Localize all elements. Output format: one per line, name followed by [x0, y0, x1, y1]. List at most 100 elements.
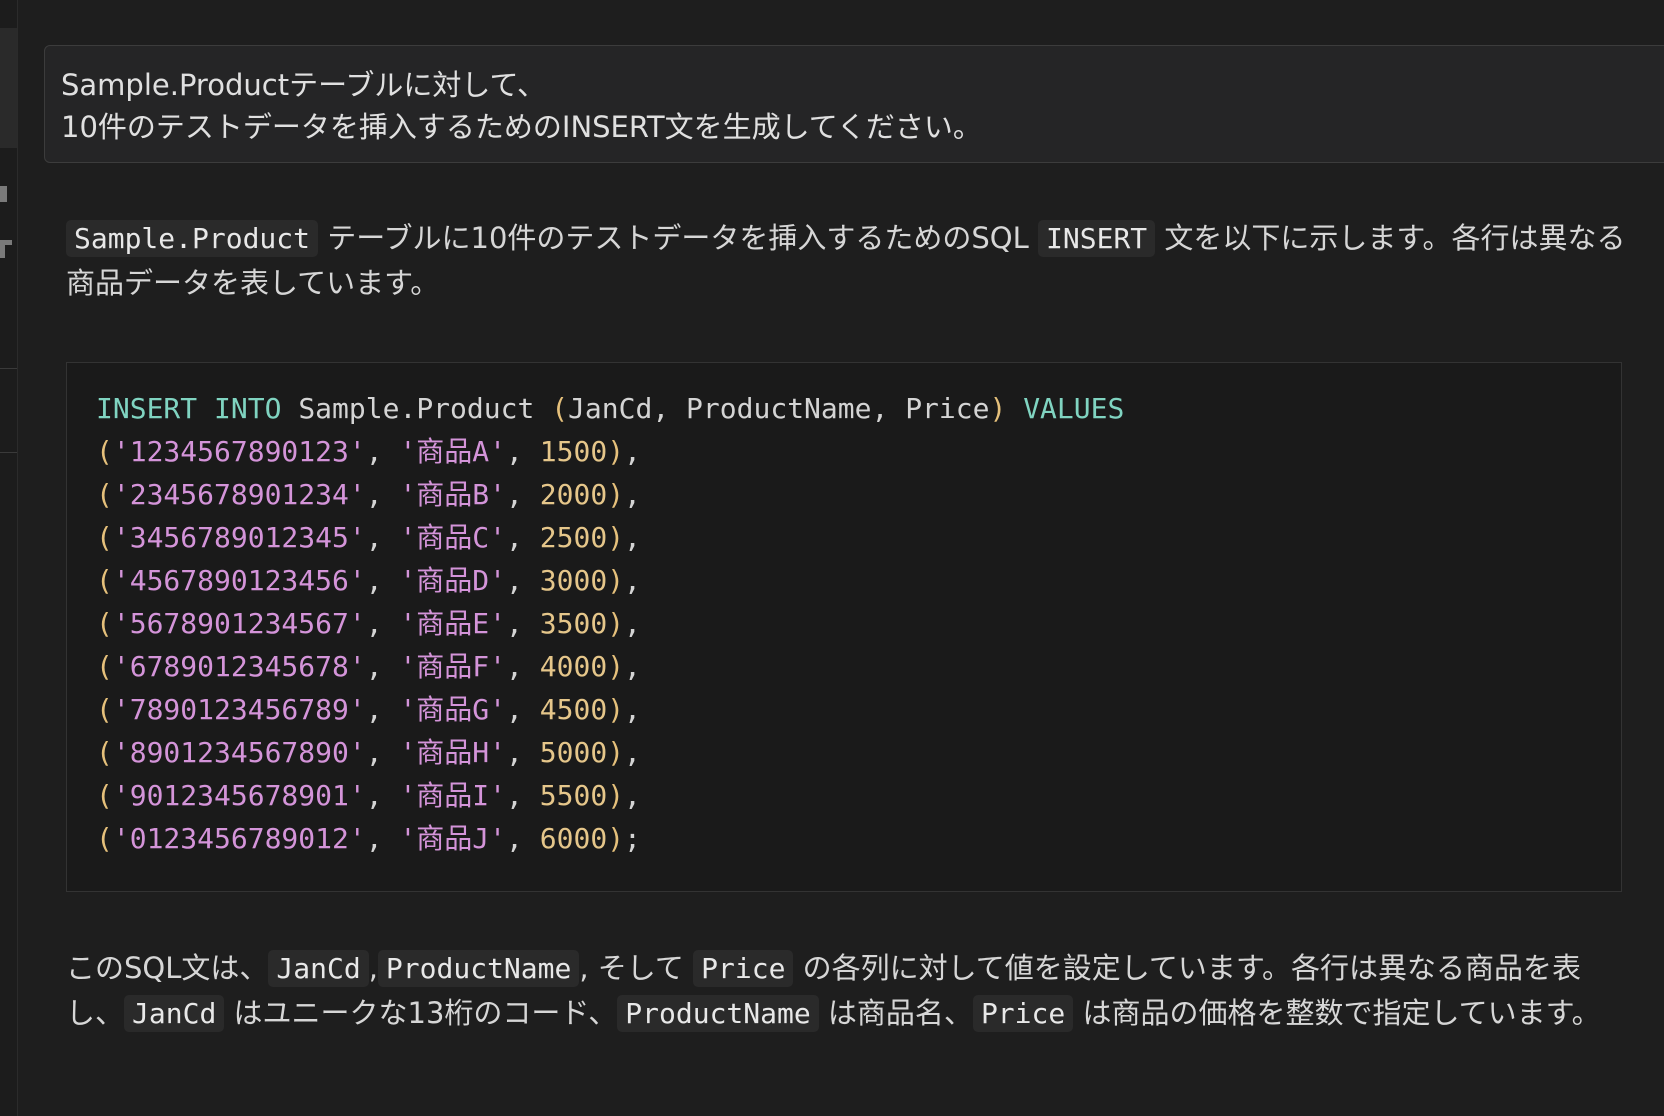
- row-terminator: ,: [624, 736, 641, 769]
- product-name-value: '商品I': [399, 779, 507, 812]
- product-name-value: '商品E': [399, 607, 507, 640]
- product-name-value: '商品B': [399, 478, 507, 511]
- jan-code-value: '8901234567890': [112, 736, 366, 769]
- inline-code-jancd: JanCd: [268, 950, 369, 987]
- outro-text-3: , そして: [579, 951, 694, 985]
- assistant-intro-paragraph: Sample.Product テーブルに10件のテストデータを挿入するためのSQ…: [66, 216, 1636, 305]
- comma: ,: [506, 478, 540, 511]
- table-name: Sample.Product: [298, 392, 535, 425]
- close-paren: ): [607, 607, 625, 640]
- price-value: 5000: [539, 736, 608, 769]
- inline-code-price-2: Price: [972, 995, 1074, 1032]
- inline-code-table: Sample.Product: [66, 220, 319, 257]
- sql-code-block[interactable]: INSERT INTO Sample.Product (JanCd, Produ…: [66, 362, 1622, 892]
- jan-code-value: '7890123456789': [112, 693, 366, 726]
- keyword-insert: INSERT: [96, 392, 198, 425]
- open-paren: (: [96, 435, 113, 468]
- close-paren: ): [607, 478, 625, 511]
- row-terminator: ,: [624, 521, 641, 554]
- price-value: 2000: [539, 478, 608, 511]
- open-paren: (: [96, 650, 113, 683]
- close-paren: ): [607, 435, 625, 468]
- column-list: JanCd, ProductName, Price: [568, 392, 990, 425]
- close-paren: ): [607, 564, 625, 597]
- price-value: 3500: [539, 607, 608, 640]
- comma: ,: [365, 693, 400, 726]
- code-line-value-row: ('5678901234567', '商品E', 3500),: [96, 602, 1592, 645]
- row-terminator: ;: [624, 822, 641, 855]
- comma: ,: [365, 478, 400, 511]
- code-line-value-row: ('3456789012345', '商品C', 2500),: [96, 516, 1592, 559]
- comma: ,: [506, 822, 540, 855]
- close-paren: ): [607, 693, 625, 726]
- outro-text-6: は商品名、: [818, 996, 973, 1030]
- jan-code-value: '5678901234567': [112, 607, 366, 640]
- price-value: 6000: [539, 822, 608, 855]
- strip-divider: [0, 368, 17, 369]
- open-paren: (: [96, 521, 113, 554]
- active-panel-indicator[interactable]: [0, 28, 17, 148]
- price-value: 5500: [539, 779, 608, 812]
- row-terminator: ,: [624, 564, 641, 597]
- comma: ,: [506, 521, 540, 554]
- open-paren: (: [96, 607, 113, 640]
- code-line-value-row: ('2345678901234', '商品B', 2000),: [96, 473, 1592, 516]
- price-value: 4000: [539, 650, 608, 683]
- comma: ,: [506, 693, 540, 726]
- product-name-value: '商品G': [399, 693, 507, 726]
- comma: ,: [365, 521, 400, 554]
- comma: ,: [365, 564, 400, 597]
- keyword-values: VALUES: [1023, 392, 1125, 425]
- prompt-line-1: Sample.Productテーブルに対して、: [61, 68, 547, 102]
- inline-code-productname: ProductName: [377, 950, 580, 987]
- inline-code-insert: INSERT: [1038, 220, 1156, 257]
- price-value: 4500: [539, 693, 608, 726]
- close-paren: ): [607, 736, 625, 769]
- open-paren: (: [96, 736, 113, 769]
- outro-text-1: このSQL文は、: [66, 951, 269, 985]
- price-value: 1500: [539, 435, 608, 468]
- user-prompt-message[interactable]: Sample.Productテーブルに対して、 10件のテストデータを挿入するた…: [44, 45, 1664, 163]
- code-line-value-row: ('8901234567890', '商品H', 5000),: [96, 731, 1592, 774]
- code-line-value-row: ('0123456789012', '商品J', 6000);: [96, 817, 1592, 860]
- code-line-value-row: ('4567890123456', '商品D', 3000),: [96, 559, 1592, 602]
- open-paren: (: [96, 779, 113, 812]
- comma: ,: [365, 650, 400, 683]
- open-paren: (: [551, 392, 569, 425]
- jan-code-value: '9012345678901': [112, 779, 366, 812]
- comma: ,: [365, 607, 400, 640]
- open-paren: (: [96, 693, 113, 726]
- code-line-value-row: ('1234567890123', '商品A', 1500),: [96, 430, 1592, 473]
- close-paren: ): [607, 650, 625, 683]
- row-terminator: ,: [624, 650, 641, 683]
- comma: ,: [365, 779, 400, 812]
- comma: ,: [506, 736, 540, 769]
- close-paren: ): [607, 779, 625, 812]
- row-terminator: ,: [624, 779, 641, 812]
- row-terminator: ,: [624, 478, 641, 511]
- row-terminator: ,: [624, 607, 641, 640]
- inline-code-productname-2: ProductName: [617, 995, 819, 1032]
- jan-code-value: '2345678901234': [112, 478, 366, 511]
- open-paren: (: [96, 822, 113, 855]
- price-value: 2500: [539, 521, 608, 554]
- open-paren: (: [96, 564, 113, 597]
- outro-text-2: ,: [368, 951, 378, 985]
- code-line-value-row: ('7890123456789', '商品G', 4500),: [96, 688, 1592, 731]
- comma: ,: [365, 435, 400, 468]
- strip-marker-icon: [0, 186, 7, 202]
- comma: ,: [506, 779, 540, 812]
- code-line-value-row: ('9012345678901', '商品I', 5500),: [96, 774, 1592, 817]
- product-name-value: '商品A': [399, 435, 507, 468]
- comma: ,: [365, 822, 400, 855]
- open-paren: (: [96, 478, 113, 511]
- jan-code-value: '6789012345678': [112, 650, 366, 683]
- strip-marker-icon: [0, 240, 5, 258]
- strip-divider: [0, 452, 17, 453]
- keyword-into: INTO: [214, 392, 282, 425]
- comma: ,: [506, 607, 540, 640]
- product-name-value: '商品C': [399, 521, 507, 554]
- price-value: 3000: [539, 564, 608, 597]
- code-line-header: INSERT INTO Sample.Product (JanCd, Produ…: [96, 387, 1592, 430]
- comma: ,: [506, 564, 540, 597]
